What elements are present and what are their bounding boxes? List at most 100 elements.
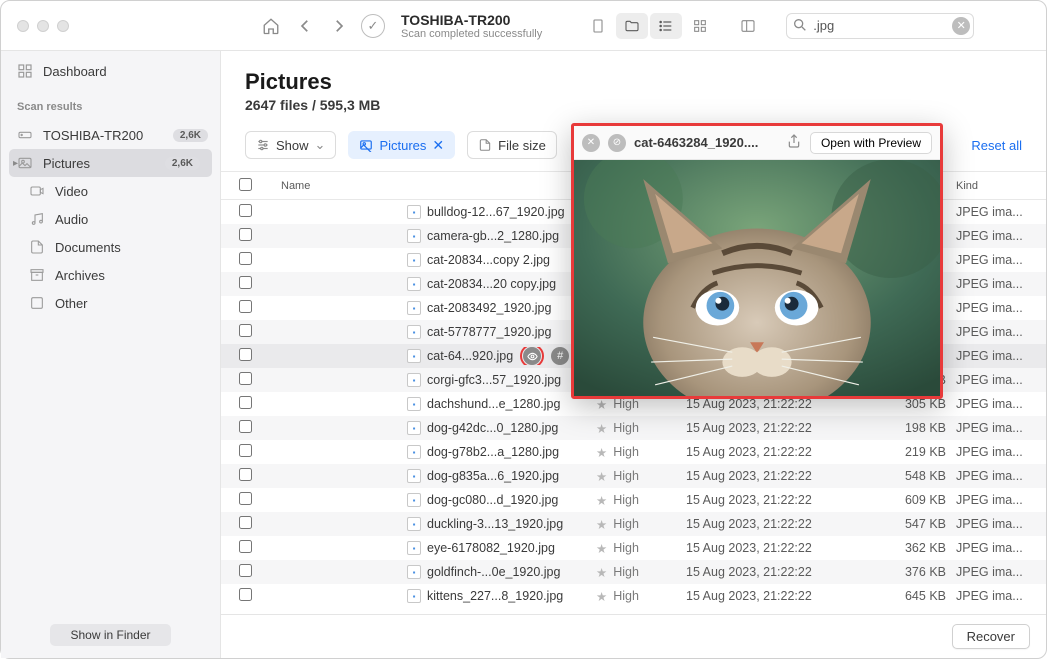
file-kind: JPEG ima... xyxy=(956,397,1046,411)
file-name: eye-6178082_1920.jpg xyxy=(427,541,555,555)
row-checkbox[interactable] xyxy=(239,516,252,529)
file-kind: JPEG ima... xyxy=(956,373,1046,387)
file-type-icon: ▪ xyxy=(407,301,421,315)
sidebar-pictures[interactable]: ▸ Pictures 2,6K xyxy=(9,149,212,177)
hex-icon[interactable]: # xyxy=(551,347,569,365)
file-size: 198 KB xyxy=(866,421,956,435)
file-kind: JPEG ima... xyxy=(956,469,1046,483)
file-type-icon: ▪ xyxy=(407,445,421,459)
search-field[interactable]: ✕ xyxy=(786,13,974,39)
star-icon: ★ xyxy=(596,565,607,580)
table-row[interactable]: ▪eye-6178082_1920.jpg★High15 Aug 2023, 2… xyxy=(221,536,1046,560)
audio-icon xyxy=(29,211,45,227)
file-type-icon: ▪ xyxy=(407,469,421,483)
sidebar-item-other[interactable]: Other xyxy=(1,289,220,317)
pictures-icon xyxy=(359,138,373,152)
row-checkbox[interactable] xyxy=(239,324,252,337)
col-kind[interactable]: Kind xyxy=(956,180,1046,192)
block-icon[interactable]: ⊘ xyxy=(608,134,626,152)
zoom-window-icon[interactable] xyxy=(57,20,69,32)
row-checkbox[interactable] xyxy=(239,468,252,481)
row-checkbox[interactable] xyxy=(239,396,252,409)
star-icon: ★ xyxy=(596,469,607,484)
chevron-right-icon[interactable]: ▸ xyxy=(13,158,18,169)
sidebar-toggle-icon[interactable] xyxy=(732,13,764,39)
view-list-icon[interactable] xyxy=(650,13,682,39)
forward-icon[interactable] xyxy=(327,14,351,38)
row-checkbox[interactable] xyxy=(239,588,252,601)
table-row[interactable]: ▪dog-g78b2...a_1280.jpg★High15 Aug 2023,… xyxy=(221,440,1046,464)
row-checkbox[interactable] xyxy=(239,228,252,241)
col-name[interactable]: Name xyxy=(281,180,310,192)
recovery-chance: High xyxy=(613,565,639,579)
sidebar-item-documents[interactable]: Documents xyxy=(1,233,220,261)
clear-search-icon[interactable]: ✕ xyxy=(952,17,970,35)
row-checkbox[interactable] xyxy=(239,348,252,361)
file-kind: JPEG ima... xyxy=(956,493,1046,507)
show-in-finder-button[interactable]: Show in Finder xyxy=(50,624,170,646)
sidebar-item-label: Video xyxy=(55,184,88,199)
sidebar-item-video[interactable]: Video xyxy=(1,177,220,205)
share-icon[interactable] xyxy=(786,133,802,152)
row-checkbox[interactable] xyxy=(239,564,252,577)
row-checkbox[interactable] xyxy=(239,420,252,433)
filesize-filter-button[interactable]: File size xyxy=(467,131,557,159)
reset-all-link[interactable]: Reset all xyxy=(971,138,1022,153)
table-row[interactable]: ▪kittens_227...8_1920.jpg★High15 Aug 202… xyxy=(221,584,1046,608)
sidebar-item-label: Archives xyxy=(55,268,105,283)
open-with-preview-button[interactable]: Open with Preview xyxy=(810,132,932,154)
view-grid-icon[interactable] xyxy=(684,13,716,39)
star-icon: ★ xyxy=(596,421,607,436)
file-type-icon: ▪ xyxy=(407,421,421,435)
row-checkbox[interactable] xyxy=(239,276,252,289)
file-type-icon: ▪ xyxy=(407,565,421,579)
view-toggle xyxy=(582,13,716,39)
sidebar-drive[interactable]: TOSHIBA-TR200 2,6K xyxy=(1,121,220,149)
row-checkbox[interactable] xyxy=(239,252,252,265)
file-name: dog-g42dc...0_1280.jpg xyxy=(427,421,558,435)
preview-icon[interactable] xyxy=(523,347,541,365)
close-window-icon[interactable] xyxy=(17,20,29,32)
table-row[interactable]: ▪duckling-3...13_1920.jpg★High15 Aug 202… xyxy=(221,512,1046,536)
star-icon: ★ xyxy=(596,541,607,556)
file-kind: JPEG ima... xyxy=(956,253,1046,267)
table-row[interactable]: ▪goldfinch-...0e_1920.jpg★High15 Aug 202… xyxy=(221,560,1046,584)
table-row[interactable]: ▪dog-g42dc...0_1280.jpg★High15 Aug 2023,… xyxy=(221,416,1046,440)
file-type-icon: ▪ xyxy=(407,541,421,555)
sidebar-item-audio[interactable]: Audio xyxy=(1,205,220,233)
show-filter-button[interactable]: Show ⌄ xyxy=(245,131,336,159)
remove-chip-icon[interactable]: ✕ xyxy=(432,137,444,154)
file-type-icon: ▪ xyxy=(407,253,421,267)
sidebar-item-label: Other xyxy=(55,296,88,311)
file-icon xyxy=(478,138,492,152)
close-preview-icon[interactable]: ✕ xyxy=(582,134,600,152)
row-checkbox[interactable] xyxy=(239,540,252,553)
archives-icon xyxy=(29,267,45,283)
table-row[interactable]: ▪dog-g835a...6_1920.jpg★High15 Aug 2023,… xyxy=(221,464,1046,488)
file-name: cat-64...920.jpg xyxy=(427,349,513,363)
view-page-icon[interactable] xyxy=(582,13,614,39)
select-all-checkbox[interactable] xyxy=(239,178,252,191)
row-checkbox[interactable] xyxy=(239,372,252,385)
search-input[interactable] xyxy=(786,13,974,39)
pictures-filter-chip[interactable]: Pictures ✕ xyxy=(348,131,455,159)
dashboard-icon xyxy=(17,63,33,79)
table-row[interactable]: ▪dog-gc080...d_1920.jpg★High15 Aug 2023,… xyxy=(221,488,1046,512)
file-date: 15 Aug 2023, 21:22:22 xyxy=(686,541,866,555)
recovery-chance: High xyxy=(613,517,639,531)
back-icon[interactable] xyxy=(293,14,317,38)
sidebar-item-archives[interactable]: Archives xyxy=(1,261,220,289)
row-checkbox[interactable] xyxy=(239,492,252,505)
row-checkbox[interactable] xyxy=(239,204,252,217)
row-checkbox[interactable] xyxy=(239,444,252,457)
sidebar: Dashboard Scan results TOSHIBA-TR200 2,6… xyxy=(1,51,221,658)
sidebar-dashboard[interactable]: Dashboard xyxy=(1,57,220,85)
view-folder-icon[interactable] xyxy=(616,13,648,39)
scan-status-text: Scan completed successfully xyxy=(401,28,542,40)
drive-title: TOSHIBA-TR200 xyxy=(401,12,542,28)
file-size: 362 KB xyxy=(866,541,956,555)
row-checkbox[interactable] xyxy=(239,300,252,313)
minimize-window-icon[interactable] xyxy=(37,20,49,32)
recover-button[interactable]: Recover xyxy=(952,624,1030,649)
home-icon[interactable] xyxy=(259,14,283,38)
